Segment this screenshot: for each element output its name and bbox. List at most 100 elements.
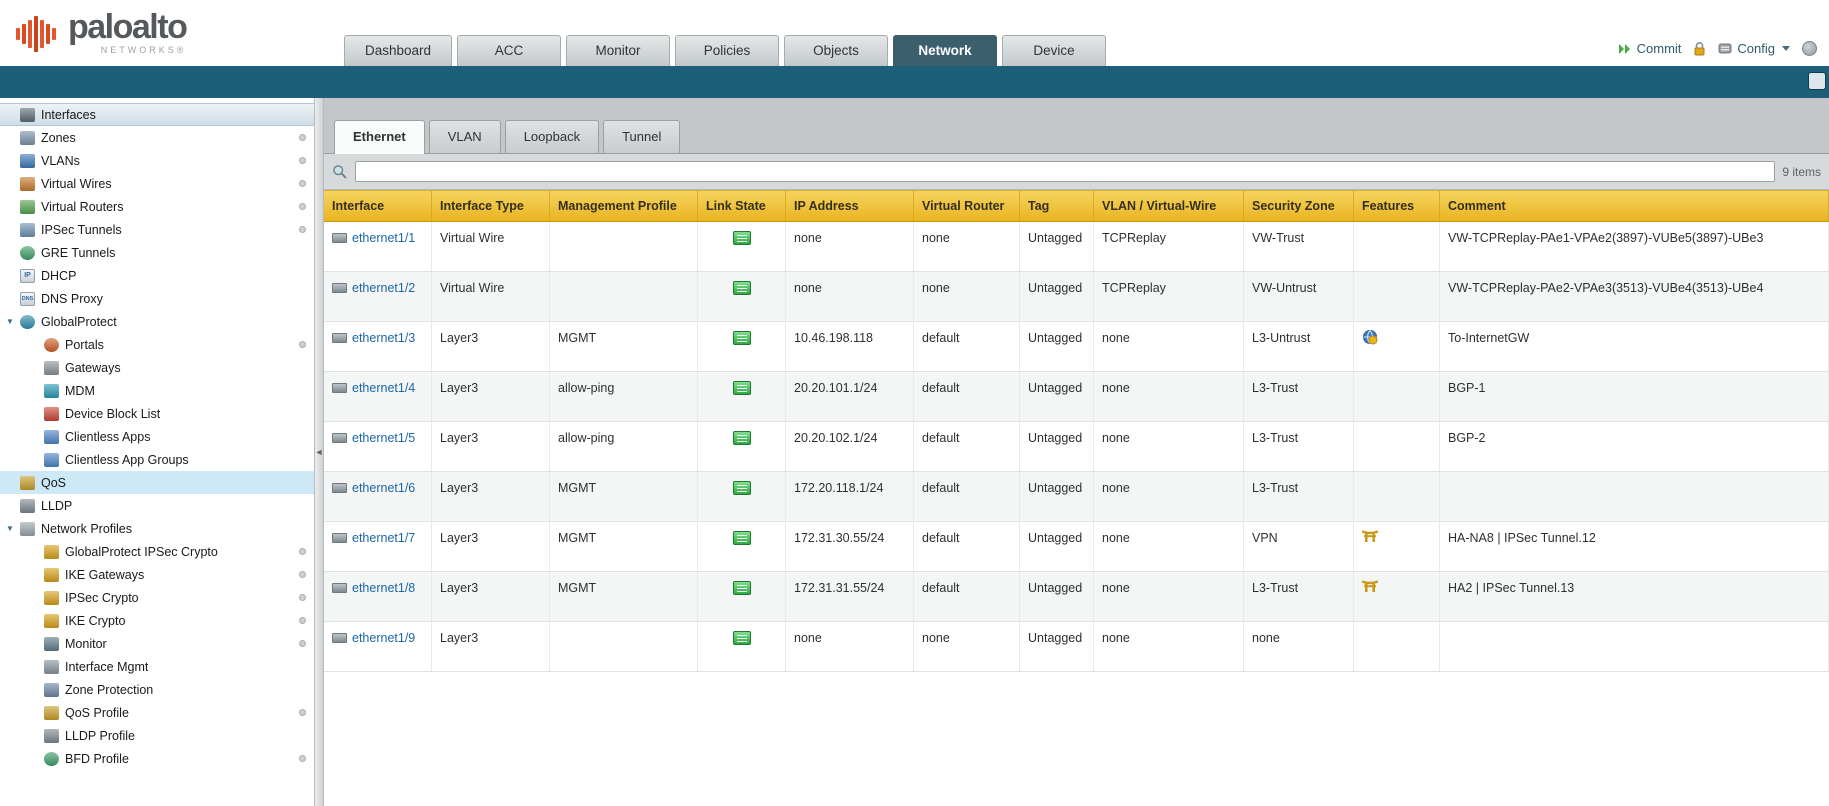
- sidebar-item-ike-gateways[interactable]: IKE Gateways: [0, 563, 314, 586]
- interface-link[interactable]: ethernet1/7: [352, 531, 415, 545]
- interface-link[interactable]: ethernet1/9: [352, 631, 415, 645]
- filter-input[interactable]: [355, 161, 1775, 182]
- cell-ip-address: 172.31.30.55/24: [786, 522, 914, 571]
- subtab-ethernet[interactable]: Ethernet: [334, 120, 425, 154]
- cell-virtual-router: default: [914, 572, 1020, 621]
- column-header-link-state[interactable]: Link State: [698, 191, 786, 221]
- interfaces-table: InterfaceInterface TypeManagement Profil…: [324, 190, 1829, 806]
- sidebar-item-virtual-routers[interactable]: Virtual Routers: [0, 195, 314, 218]
- sidebar-item-zones[interactable]: Zones: [0, 126, 314, 149]
- column-header-interface[interactable]: Interface: [324, 191, 432, 221]
- sidebar-item-network-profiles[interactable]: ▼Network Profiles: [0, 517, 314, 540]
- tab-acc[interactable]: ACC: [457, 35, 561, 66]
- tab-network[interactable]: Network: [893, 35, 997, 66]
- sidebar-item-device-block-list[interactable]: Device Block List: [0, 402, 314, 425]
- tunnel-icon[interactable]: [1362, 529, 1378, 548]
- table-row-ethernet1-8[interactable]: ethernet1/8Layer3MGMT172.31.31.55/24defa…: [324, 572, 1829, 622]
- cell-management-profile: allow-ping: [550, 372, 698, 421]
- sidebar-item-bfd-profile[interactable]: BFD Profile: [0, 747, 314, 770]
- interface-link[interactable]: ethernet1/2: [352, 281, 415, 295]
- table-row-ethernet1-4[interactable]: ethernet1/4Layer3allow-ping20.20.101.1/2…: [324, 372, 1829, 422]
- interface-link[interactable]: ethernet1/4: [352, 381, 415, 395]
- cell-vlan-virtual-wire: TCPReplay: [1094, 272, 1244, 321]
- subtab-tunnel[interactable]: Tunnel: [603, 120, 680, 153]
- sidebar-item-monitor[interactable]: Monitor: [0, 632, 314, 655]
- config-icon: [1718, 42, 1732, 55]
- commit-button[interactable]: Commit: [1618, 41, 1682, 56]
- column-header-features[interactable]: Features: [1354, 191, 1440, 221]
- sidebar-item-interfaces[interactable]: Interfaces: [0, 103, 314, 126]
- sidebar-item-lldp-profile[interactable]: LLDP Profile: [0, 724, 314, 747]
- sidebar-item-ipsec-tunnels[interactable]: IPSec Tunnels: [0, 218, 314, 241]
- sidebar-item-vlans[interactable]: VLANs: [0, 149, 314, 172]
- sidebar-item-dhcp[interactable]: DHCP: [0, 264, 314, 287]
- sidebar-item-lldp[interactable]: LLDP: [0, 494, 314, 517]
- column-header-comment[interactable]: Comment: [1440, 191, 1829, 221]
- sidebar-item-zone-protection[interactable]: Zone Protection: [0, 678, 314, 701]
- config-menu-button[interactable]: Config: [1718, 41, 1790, 56]
- tab-dashboard[interactable]: Dashboard: [344, 35, 452, 66]
- column-header-management-profile[interactable]: Management Profile: [550, 191, 698, 221]
- column-header-security-zone[interactable]: Security Zone: [1244, 191, 1354, 221]
- cell-interface-type: Layer3: [432, 472, 550, 521]
- sidebar-item-mdm[interactable]: MDM: [0, 379, 314, 402]
- sidebar-item-qos[interactable]: QoS: [0, 471, 314, 494]
- globe-icon[interactable]: [1362, 329, 1378, 350]
- tab-policies[interactable]: Policies: [675, 35, 779, 66]
- clientless-app-groups-icon: [44, 453, 59, 467]
- cell-interface: ethernet1/5: [324, 422, 432, 471]
- sidebar-item-ipsec-crypto[interactable]: IPSec Crypto: [0, 586, 314, 609]
- tab-device[interactable]: Device: [1002, 35, 1106, 66]
- table-row-ethernet1-1[interactable]: ethernet1/1Virtual WirenonenoneUntaggedT…: [324, 222, 1829, 272]
- collapse-caret-icon[interactable]: ▼: [6, 317, 20, 326]
- column-header-interface-type[interactable]: Interface Type: [432, 191, 550, 221]
- interface-link[interactable]: ethernet1/8: [352, 581, 415, 595]
- column-header-tag[interactable]: Tag: [1020, 191, 1094, 221]
- table-row-ethernet1-3[interactable]: ethernet1/3Layer3MGMT10.46.198.118defaul…: [324, 322, 1829, 372]
- tab-monitor[interactable]: Monitor: [566, 35, 670, 66]
- sidebar-item-virtual-wires[interactable]: Virtual Wires: [0, 172, 314, 195]
- interface-link[interactable]: ethernet1/1: [352, 231, 415, 245]
- ike-gateways-icon: [44, 568, 59, 582]
- sidebar-item-gre-tunnels[interactable]: GRE Tunnels: [0, 241, 314, 264]
- sidebar-item-clientless-app-groups[interactable]: Clientless App Groups: [0, 448, 314, 471]
- collapse-caret-icon[interactable]: ▼: [6, 524, 20, 533]
- cell-features: [1354, 272, 1440, 321]
- header-overflow-icon[interactable]: [1802, 41, 1817, 56]
- item-status-dot: [299, 617, 306, 624]
- table-row-ethernet1-5[interactable]: ethernet1/5Layer3allow-ping20.20.102.1/2…: [324, 422, 1829, 472]
- lock-icon[interactable]: [1693, 41, 1706, 56]
- subtab-vlan[interactable]: VLAN: [429, 120, 501, 153]
- lldp-icon: [20, 499, 35, 513]
- table-row-ethernet1-9[interactable]: ethernet1/9Layer3nonenoneUntaggednonenon…: [324, 622, 1829, 672]
- link-state-up-icon: [733, 581, 751, 595]
- sidebar-item-interface-mgmt[interactable]: Interface Mgmt: [0, 655, 314, 678]
- column-header-ip-address[interactable]: IP Address: [786, 191, 914, 221]
- search-icon[interactable]: [332, 164, 348, 180]
- table-row-ethernet1-2[interactable]: ethernet1/2Virtual WirenonenoneUntaggedT…: [324, 272, 1829, 322]
- commit-label: Commit: [1637, 41, 1682, 56]
- sidebar-splitter[interactable]: ◄: [315, 98, 324, 806]
- column-header-virtual-router[interactable]: Virtual Router: [914, 191, 1020, 221]
- sidebar-item-gateways[interactable]: Gateways: [0, 356, 314, 379]
- tab-objects[interactable]: Objects: [784, 35, 888, 66]
- interface-link[interactable]: ethernet1/6: [352, 481, 415, 495]
- tunnel-icon[interactable]: [1362, 579, 1378, 598]
- workspace: InterfacesZonesVLANsVirtual WiresVirtual…: [0, 98, 1829, 806]
- link-state-up-icon: [733, 331, 751, 345]
- interface-link[interactable]: ethernet1/3: [352, 331, 415, 345]
- subtab-loopback[interactable]: Loopback: [505, 120, 599, 153]
- sidebar-item-qos-profile[interactable]: QoS Profile: [0, 701, 314, 724]
- bar-overflow-icon[interactable]: [1808, 72, 1826, 90]
- sidebar-item-clientless-apps[interactable]: Clientless Apps: [0, 425, 314, 448]
- sidebar-item-globalprotect[interactable]: ▼GlobalProtect: [0, 310, 314, 333]
- sidebar-item-ike-crypto[interactable]: IKE Crypto: [0, 609, 314, 632]
- sidebar-item-dns-proxy[interactable]: DNS Proxy: [0, 287, 314, 310]
- interface-link[interactable]: ethernet1/5: [352, 431, 415, 445]
- column-header-vlan-virtual-wire[interactable]: VLAN / Virtual-Wire: [1094, 191, 1244, 221]
- table-row-ethernet1-7[interactable]: ethernet1/7Layer3MGMT172.31.30.55/24defa…: [324, 522, 1829, 572]
- table-row-ethernet1-6[interactable]: ethernet1/6Layer3MGMT172.20.118.1/24defa…: [324, 472, 1829, 522]
- sidebar-item-globalprotect-ipsec-crypto[interactable]: GlobalProtect IPSec Crypto: [0, 540, 314, 563]
- item-status-dot: [299, 341, 306, 348]
- sidebar-item-portals[interactable]: Portals: [0, 333, 314, 356]
